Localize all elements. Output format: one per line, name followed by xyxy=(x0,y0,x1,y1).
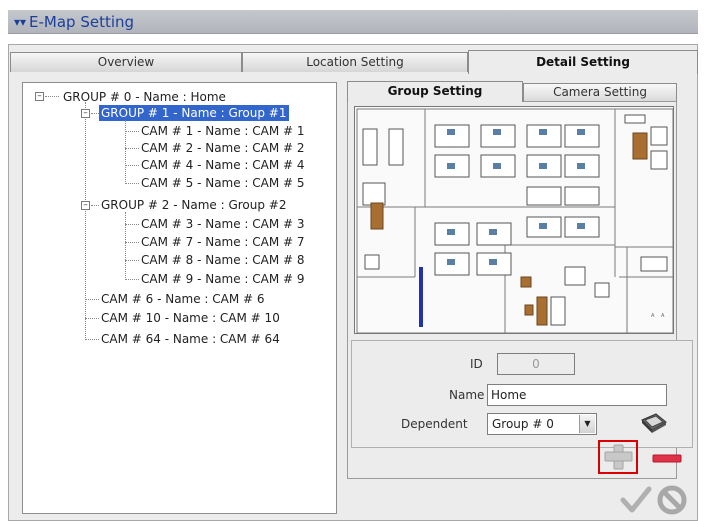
emap-icon: ▾▾ xyxy=(14,15,27,29)
add-group-button[interactable] xyxy=(598,440,638,474)
remove-group-button[interactable] xyxy=(652,453,682,463)
tree-node-group-1[interactable]: GROUP # 1 - Name : Group #1 xyxy=(99,105,289,121)
id-field: 0 xyxy=(497,353,575,375)
name-field[interactable]: Home xyxy=(487,384,667,406)
tree-connector xyxy=(125,183,139,184)
collapse-icon[interactable]: – xyxy=(81,201,90,210)
tree-node-cam-8[interactable]: CAM # 8 - Name : CAM # 8 xyxy=(139,252,307,268)
tree-connector xyxy=(125,242,139,243)
tree-node-cam-64[interactable]: CAM # 64 - Name : CAM # 64 xyxy=(99,331,282,347)
tree-node-cam-2[interactable]: CAM # 2 - Name : CAM # 2 xyxy=(139,140,307,156)
tree-node-cam-3[interactable]: CAM # 3 - Name : CAM # 3 xyxy=(139,216,307,232)
tree-node-group-2[interactable]: GROUP # 2 - Name : Group #2 xyxy=(99,197,289,213)
cancel-icon xyxy=(657,485,687,515)
tab-group-setting[interactable]: Group Setting xyxy=(347,81,523,102)
tree-connector xyxy=(125,148,139,149)
floor-plan-icon: AA xyxy=(356,108,673,333)
tree-node-cam-1[interactable]: CAM # 1 - Name : CAM # 1 xyxy=(139,123,307,139)
tree-connector xyxy=(85,339,99,340)
tree-node-cam-9[interactable]: CAM # 9 - Name : CAM # 9 xyxy=(139,271,307,287)
tree-connector xyxy=(91,205,99,206)
tree-connector xyxy=(125,224,139,225)
tree-connector xyxy=(85,102,86,340)
dependent-select-value: Group # 0 xyxy=(492,417,554,431)
tree-node-cam-7[interactable]: CAM # 7 - Name : CAM # 7 xyxy=(139,234,307,250)
plus-icon xyxy=(604,444,633,470)
tree-connector xyxy=(125,120,126,184)
group-tree[interactable]: – GROUP # 0 - Name : Home – GROUP # 1 - … xyxy=(22,82,337,514)
tree-connector xyxy=(125,260,139,261)
tree-connector xyxy=(45,96,59,97)
svg-text:A: A xyxy=(651,313,655,319)
tab-overview[interactable]: Overview xyxy=(10,52,242,72)
name-label: Name xyxy=(449,388,485,402)
tree-node-cam-4[interactable]: CAM # 4 - Name : CAM # 4 xyxy=(139,157,307,173)
tree-node-cam-5[interactable]: CAM # 5 - Name : CAM # 5 xyxy=(139,175,307,191)
tree-connector xyxy=(125,212,126,280)
confirm-button[interactable] xyxy=(620,486,652,514)
collapse-icon[interactable]: – xyxy=(81,109,90,118)
cancel-button[interactable] xyxy=(656,484,688,516)
dependent-label: Dependent xyxy=(401,417,468,431)
checkmark-icon xyxy=(620,486,652,513)
tree-connector xyxy=(125,279,139,280)
tab-location-setting[interactable]: Location Setting xyxy=(242,52,468,72)
tab-detail-setting[interactable]: Detail Setting xyxy=(468,50,698,74)
tree-connector xyxy=(125,131,139,132)
tree-connector xyxy=(125,165,139,166)
window-titlebar: ▾▾ E-Map Setting xyxy=(8,10,698,34)
tree-node-group-0[interactable]: GROUP # 0 - Name : Home xyxy=(61,89,228,105)
tree-node-cam-6[interactable]: CAM # 6 - Name : CAM # 6 xyxy=(99,291,267,307)
chevron-down-icon: ▼ xyxy=(579,415,595,433)
tree-connector xyxy=(91,113,99,114)
floor-plan-image[interactable]: AA xyxy=(354,106,674,334)
dependent-select[interactable]: Group # 0 ▼ xyxy=(487,413,597,435)
tree-connector xyxy=(85,318,99,319)
tab-camera-setting[interactable]: Camera Setting xyxy=(523,83,677,101)
tree-connector xyxy=(85,299,99,300)
svg-text:A: A xyxy=(661,313,665,319)
window-title: E-Map Setting xyxy=(29,13,135,31)
collapse-icon[interactable]: – xyxy=(35,92,44,101)
map-stack-icon[interactable] xyxy=(638,410,668,434)
tree-node-cam-10[interactable]: CAM # 10 - Name : CAM # 10 xyxy=(99,310,282,326)
minus-icon xyxy=(652,454,682,463)
id-label: ID xyxy=(470,357,483,371)
